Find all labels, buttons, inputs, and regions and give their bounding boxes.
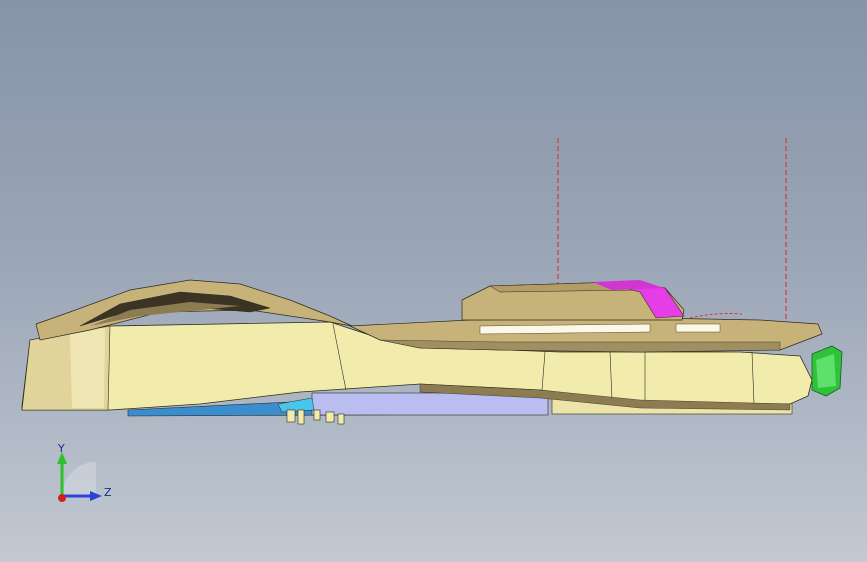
z-axis-label: Z <box>104 486 112 499</box>
3d-viewport[interactable]: Y Z <box>0 0 867 562</box>
cyan-part <box>277 397 315 413</box>
front-highlight <box>70 328 105 408</box>
y-axis-label: Y <box>58 442 65 455</box>
x-axis-dot <box>58 494 66 502</box>
cad-model-side-view[interactable] <box>0 0 867 562</box>
reference-arc <box>689 313 743 319</box>
top-rail-white-strip <box>479 323 651 335</box>
axis-triad-graphic <box>57 452 102 502</box>
green-connector-face <box>816 354 836 388</box>
top-rail-white-strip-2 <box>675 323 721 333</box>
axis-triad[interactable]: Y Z <box>40 440 120 510</box>
